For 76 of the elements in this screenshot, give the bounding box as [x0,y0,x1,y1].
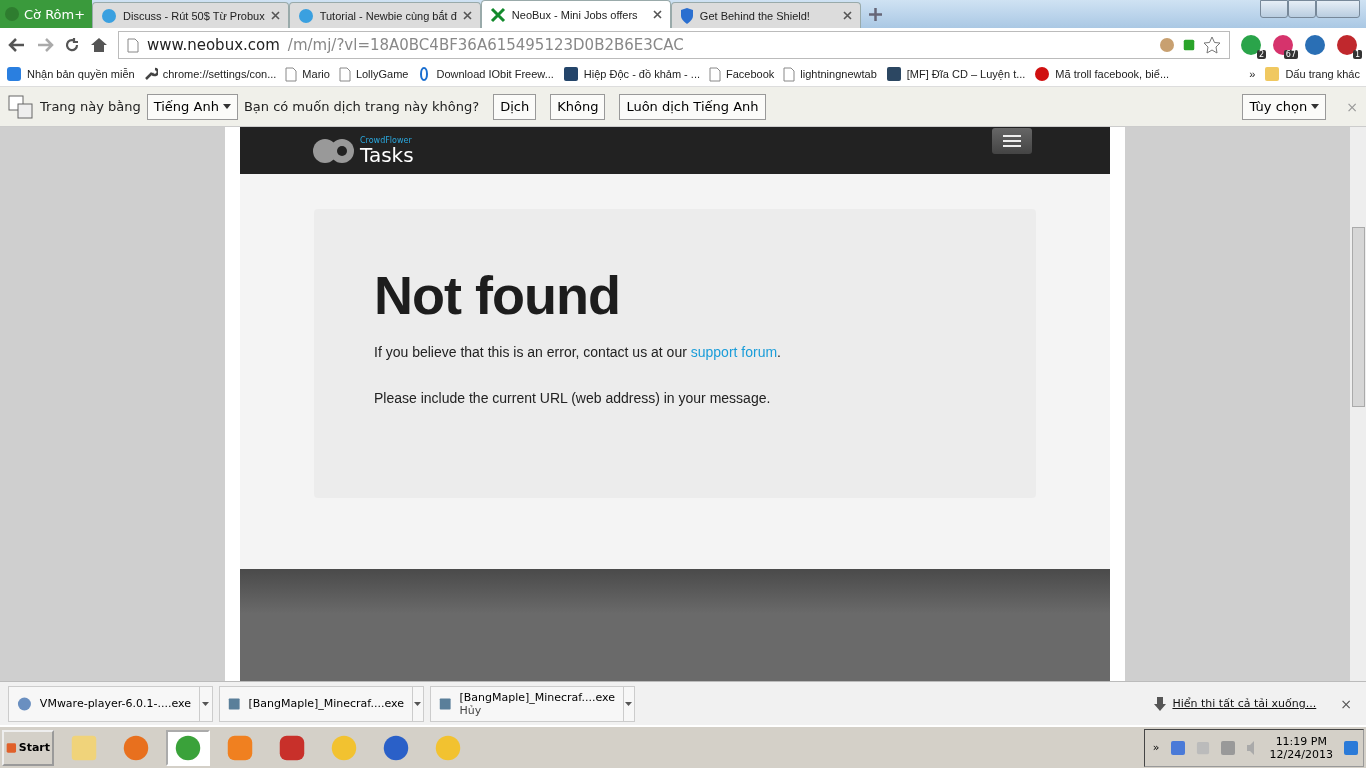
page-icon [709,66,721,82]
download-arrow-icon [1154,696,1167,711]
extension-icon[interactable] [1240,34,1262,56]
close-icon[interactable]: × [1340,695,1352,712]
count-badge: 2 [1256,50,1266,59]
bookmark-item[interactable]: Mã troll facebook, biể... [1034,66,1170,82]
close-icon[interactable] [462,11,472,20]
count-badge: 1 [1352,50,1362,59]
download-item[interactable]: [BangMaple]_Minecraf....exe Hủy [430,685,635,722]
page-icon [783,66,796,82]
url-path: /m/mj/?vl=18A0BC4BF36A615495123D0B2B6E3CAC [287,36,685,54]
bookmark-item[interactable]: Nhận bản quyền miễn [6,66,135,82]
close-icon[interactable] [842,11,852,20]
bookmark-item[interactable]: Mario [285,66,330,82]
clock[interactable]: 11:19 PM 12/24/2013 [1269,734,1333,761]
count-badge: 67 [1283,50,1298,59]
minimize-button[interactable] [1260,0,1288,18]
browser-tab[interactable]: Discuss - Rút 50$ Từ Probux [92,2,289,28]
caret-icon [625,701,633,706]
caret-icon [202,701,210,706]
page-icon [127,37,139,53]
extension-icon[interactable] [1336,34,1358,56]
start-button[interactable]: Start [2,729,54,766]
address-bar[interactable]: www.neobux.com /m/mj/?vl=18A0BC4BF36A615495123D0B2B6E3CAC [118,31,1230,59]
bookmark-item[interactable]: Download IObit Freew... [417,67,554,81]
forward-icon[interactable] [36,37,54,53]
close-icon[interactable] [270,11,280,20]
browser-tab[interactable]: NeoBux - Mini Jobs offers [480,0,671,28]
error-message: If you believe that this is an error, contact us at our support forum. [374,344,782,360]
translate-button[interactable]: Luôn dịch Tiếng Anh [619,93,766,120]
logo-text: Tasks [360,144,414,165]
reload-icon[interactable] [64,37,80,53]
bookmark-item[interactable]: Facebook [709,66,775,82]
other-bookmarks-folder[interactable]: Dấu trang khác [1264,66,1360,82]
brand-menu-button[interactable]: Cờ Rôm+ [0,0,92,28]
star-icon[interactable] [1203,36,1221,54]
options-dropdown[interactable]: Tùy chọn [1242,93,1327,120]
close-window-button[interactable] [1316,0,1360,18]
browser-tab[interactable]: Get Behind the Shield! [670,2,861,28]
language-dropdown[interactable]: Tiếng Anh [146,93,238,120]
scrollbar[interactable] [1350,127,1366,681]
translate-button[interactable]: Không [550,93,606,120]
page-heading: Not found [374,264,621,326]
logo-tagline: CrowdFlower [360,136,413,145]
bookmark-item[interactable]: lightningnewtab [783,66,877,82]
translate-label: Trang này bằng [40,99,141,114]
more-bookmarks-button[interactable]: » [1249,68,1256,80]
back-icon[interactable] [8,37,26,53]
translate-question: Bạn có muốn dịch trang này không? [243,99,480,114]
show-all-downloads-link[interactable]: Hiển thi tất cả tải xuống... [1172,697,1317,710]
browser-tab[interactable]: Tutorial - Newbie cùng bắt đ [288,2,481,28]
new-tab-icon[interactable] [868,8,882,21]
tray-expand-button[interactable]: » [1152,741,1160,754]
bookmark-item[interactable]: [MF] Đĩa CD – Luyện t... [885,66,1026,82]
taskbar-app[interactable] [166,729,210,766]
bookmark-item[interactable]: chrome://settings/con... [143,67,277,81]
menu-button[interactable] [992,127,1032,154]
x-mark-icon [489,6,506,23]
caret-icon [222,104,231,109]
home-icon[interactable] [90,37,108,53]
caret-icon [1311,104,1320,109]
close-icon[interactable] [652,10,662,19]
url-host: www.neobux.com [147,36,280,54]
page-icon [338,66,351,82]
translate-button[interactable]: Dịch [493,93,537,120]
extension-icon[interactable] [1272,34,1294,56]
translate-icon [8,94,34,119]
maximize-button[interactable] [1288,0,1316,18]
download-item[interactable]: [BangMaple]_Minecraf....exe [219,685,424,722]
note-text: Please include the current URL (web address) in your message. [374,390,772,406]
caret-icon [414,701,422,706]
bookmark-item[interactable]: Hiệp Độc - đồ khảm - ... [562,66,700,82]
download-item[interactable]: VMware-player-6.0.1-....exe [8,685,213,722]
bookmark-item[interactable]: LollyGame [338,66,409,82]
shield-icon [679,7,694,24]
page-icon [285,66,298,82]
